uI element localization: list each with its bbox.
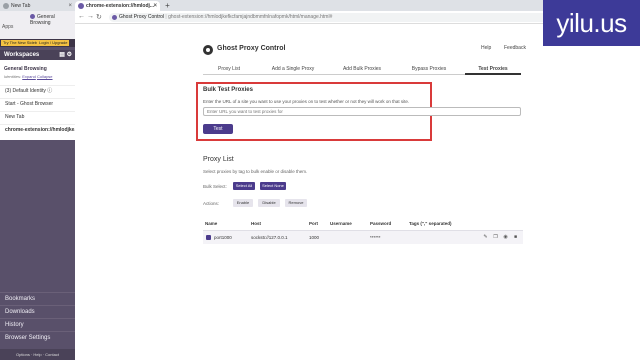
back-icon[interactable]: ← xyxy=(78,13,85,20)
tab-test-proxies[interactable]: Test Proxies xyxy=(465,63,521,75)
edit-icon[interactable]: ✎ xyxy=(483,235,488,240)
tab-add-bulk-proxies[interactable]: Add Bulk Proxies xyxy=(331,63,393,75)
test-button[interactable]: Test xyxy=(203,124,233,134)
delete-icon[interactable]: ■ xyxy=(513,235,518,240)
tab-bypass-proxies[interactable]: Bypass Proxies xyxy=(399,63,459,75)
proxy-name: port1000 xyxy=(214,235,232,240)
close-tab-icon[interactable]: × xyxy=(153,1,157,11)
sidebar-item-downloads[interactable]: Downloads xyxy=(0,305,75,318)
page-title: Ghost Proxy Control xyxy=(217,45,286,52)
workspace-panel: General Browsing Identities: Expand Coll… xyxy=(0,60,75,140)
ghost-logo-icon xyxy=(203,45,213,55)
select-all-button[interactable]: Select All xyxy=(233,182,255,190)
page-tabs: Proxy List Add a Single Proxy Add Bulk P… xyxy=(203,63,521,75)
sidebar-footer-links[interactable]: Options · Help · Contact xyxy=(0,349,75,360)
promo-bar: Try The New Sidebar Login / Upgrade xyxy=(0,39,75,47)
forward-icon[interactable]: → xyxy=(87,13,94,20)
column-header-name: Name xyxy=(205,221,218,226)
copy-icon[interactable]: ❐ xyxy=(493,235,498,240)
collapse-link[interactable]: Collapse xyxy=(37,74,53,79)
reload-icon[interactable]: ↻ xyxy=(96,13,102,21)
tab-title: New Tab xyxy=(11,3,31,9)
ghost-icon xyxy=(30,14,35,20)
identities-label: Identities: xyxy=(4,74,22,79)
sidebar-tab-new-tab[interactable]: New Tab xyxy=(0,111,75,121)
view-icon[interactable]: ◉ xyxy=(503,235,508,240)
workspaces-label: Workspaces xyxy=(4,52,40,58)
help-link[interactable]: Help xyxy=(481,45,491,51)
address-host: Ghost Proxy Control xyxy=(119,14,165,20)
tab-add-single-proxy[interactable]: Add a Single Proxy xyxy=(263,63,323,75)
tab-proxy-list[interactable]: Proxy List xyxy=(203,63,255,75)
workspaces-header[interactable]: Workspaces ▤ ⚙ xyxy=(0,50,75,60)
proxy-password: ****** xyxy=(370,235,381,240)
enable-button[interactable]: Enable xyxy=(233,199,253,207)
browser-tab-new-tab[interactable]: New Tab × xyxy=(0,1,75,11)
ghost-sidebar: General Browsing Apps Try The New Sideba… xyxy=(0,11,75,360)
column-header-username: Username xyxy=(330,221,352,226)
login-upgrade-button[interactable]: Login / Upgrade xyxy=(37,40,70,46)
apps-link[interactable]: Apps xyxy=(2,24,13,30)
test-url-input[interactable] xyxy=(203,107,521,116)
proxy-list-description: Select proxies by tag to bulk enable or … xyxy=(203,169,308,174)
tab-favicon-icon xyxy=(3,3,9,9)
bulk-select-label: Bulk Select: xyxy=(203,184,227,189)
proxy-host: socks5://127.0.0.1 xyxy=(251,235,288,240)
disable-button[interactable]: Disable xyxy=(258,199,280,207)
select-none-button[interactable]: Select None xyxy=(260,182,286,190)
actions-label: Actions: xyxy=(203,201,220,206)
sidebar-top: General Browsing Apps xyxy=(0,11,75,40)
sidebar-tab-extension[interactable]: chrome-extension://hmlodjke... xyxy=(0,124,75,134)
workspace-menu-icon[interactable]: ▤ ⚙ xyxy=(59,50,72,60)
workspace-title: General Browsing xyxy=(4,66,47,72)
address-separator: | xyxy=(165,14,167,20)
bulk-test-description: Enter the URL of a site you want to use … xyxy=(203,99,410,104)
close-tab-icon[interactable]: × xyxy=(68,1,72,11)
bulk-test-title: Bulk Test Proxies xyxy=(203,87,253,93)
site-info-icon[interactable] xyxy=(112,15,117,20)
ghost-favicon-icon xyxy=(78,3,84,9)
proxy-list-title: Proxy List xyxy=(203,156,234,163)
watermark-logo: yilu.us xyxy=(543,0,640,46)
sidebar-item-history[interactable]: History xyxy=(0,318,75,331)
general-browsing-indicator[interactable]: General Browsing xyxy=(30,14,75,26)
column-header-host: Host xyxy=(251,221,261,226)
tab-title: chrome-extension://hmlodj... xyxy=(86,3,155,9)
browser-tab-extension[interactable]: chrome-extension://hmlodj... × xyxy=(75,1,160,11)
remove-button[interactable]: Remove xyxy=(285,199,307,207)
row-checkbox[interactable] xyxy=(206,235,211,240)
identity-item-default[interactable]: (3) Default Identity ⓘ xyxy=(0,85,75,95)
column-header-tags: Tags ("," separated) xyxy=(409,221,452,226)
proxy-port: 1000 xyxy=(309,235,320,240)
feedback-link[interactable]: Feedback xyxy=(504,45,526,51)
column-header-port: Port xyxy=(309,221,318,226)
new-tab-button[interactable]: + xyxy=(163,1,172,10)
extension-page: Ghost Proxy Control Help Feedback Proxy … xyxy=(75,25,640,360)
identity-links: Identities: Expand Collapse xyxy=(4,74,53,79)
table-row: port1000 socks5://127.0.0.1 1000 ****** … xyxy=(203,230,523,244)
address-bar[interactable]: Ghost Proxy Control | ghost-extension://… xyxy=(109,13,564,22)
expand-link[interactable]: Expand xyxy=(22,74,36,79)
address-path: ghost-extension://hmlodjkefkcfamjajndbmm… xyxy=(168,14,333,20)
sidebar-tab-start[interactable]: Start - Ghost Browser xyxy=(0,98,75,108)
sidebar-item-browser-settings[interactable]: Browser Settings xyxy=(0,331,75,344)
sidebar-item-bookmarks[interactable]: Bookmarks xyxy=(0,292,75,305)
column-header-password: Password xyxy=(370,221,392,226)
